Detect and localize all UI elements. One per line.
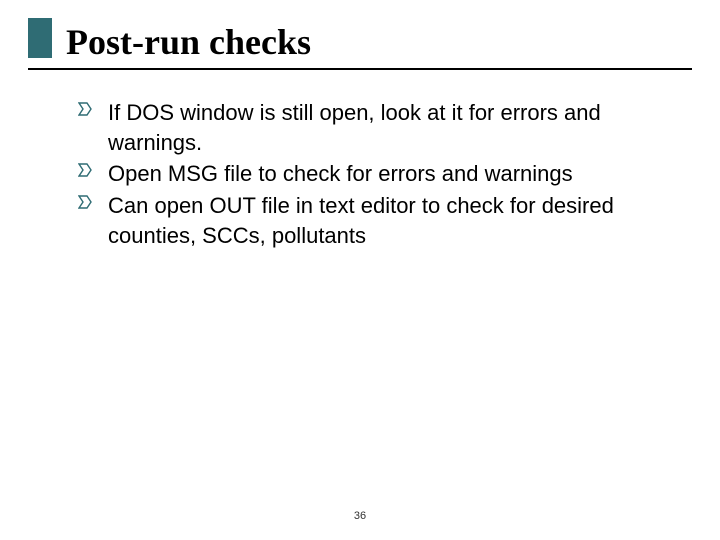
bullet-list: If DOS window is still open, look at it … bbox=[76, 98, 672, 250]
page-number: 36 bbox=[0, 510, 720, 522]
list-item-text: Can open OUT file in text editor to chec… bbox=[108, 193, 614, 248]
slide: Post-run checks If DOS window is still o… bbox=[0, 0, 720, 540]
list-item: If DOS window is still open, look at it … bbox=[76, 98, 672, 157]
title-underline bbox=[28, 68, 692, 70]
list-item-text: If DOS window is still open, look at it … bbox=[108, 100, 601, 155]
arrow-bullet-icon bbox=[76, 161, 94, 179]
slide-title: Post-run checks bbox=[66, 24, 311, 62]
arrow-bullet-icon bbox=[76, 100, 94, 118]
title-accent-block bbox=[28, 18, 52, 58]
list-item: Can open OUT file in text editor to chec… bbox=[76, 191, 672, 250]
list-item: Open MSG file to check for errors and wa… bbox=[76, 159, 672, 189]
list-item-text: Open MSG file to check for errors and wa… bbox=[108, 161, 573, 186]
title-row: Post-run checks bbox=[28, 18, 692, 62]
content-area: If DOS window is still open, look at it … bbox=[28, 98, 692, 250]
arrow-bullet-icon bbox=[76, 193, 94, 211]
